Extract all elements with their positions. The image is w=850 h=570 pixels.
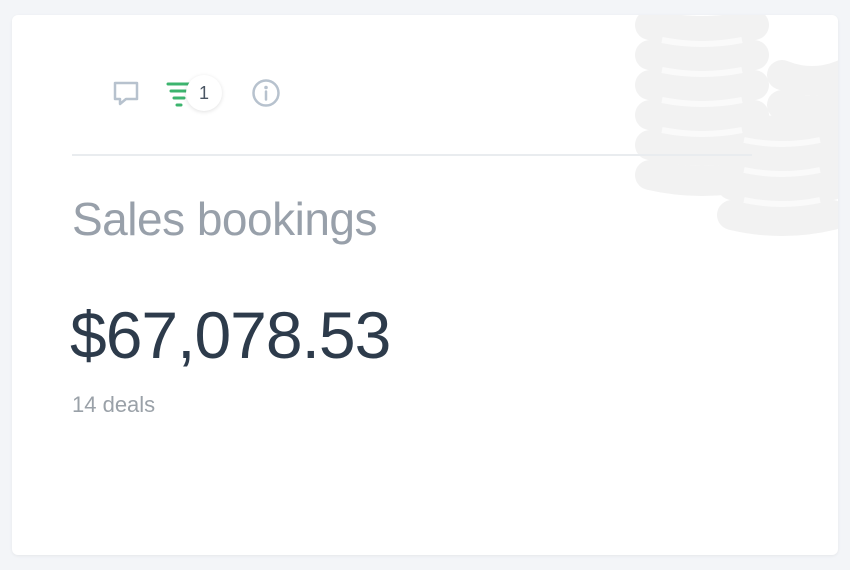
divider [72, 154, 752, 156]
filter-count-badge: 1 [186, 75, 222, 111]
sales-bookings-card: 1 Sales bookings $67,078.53 14 deals [12, 15, 838, 555]
card-title: Sales bookings [72, 193, 377, 245]
coins-icon [635, 15, 838, 236]
card-toolbar: 1 [110, 75, 282, 111]
filter-button[interactable]: 1 [166, 75, 222, 111]
info-icon[interactable] [250, 77, 282, 109]
comment-icon[interactable] [110, 77, 142, 109]
deals-count: 14 deals [72, 392, 156, 417]
bookings-amount: $67,078.53 [70, 298, 391, 372]
